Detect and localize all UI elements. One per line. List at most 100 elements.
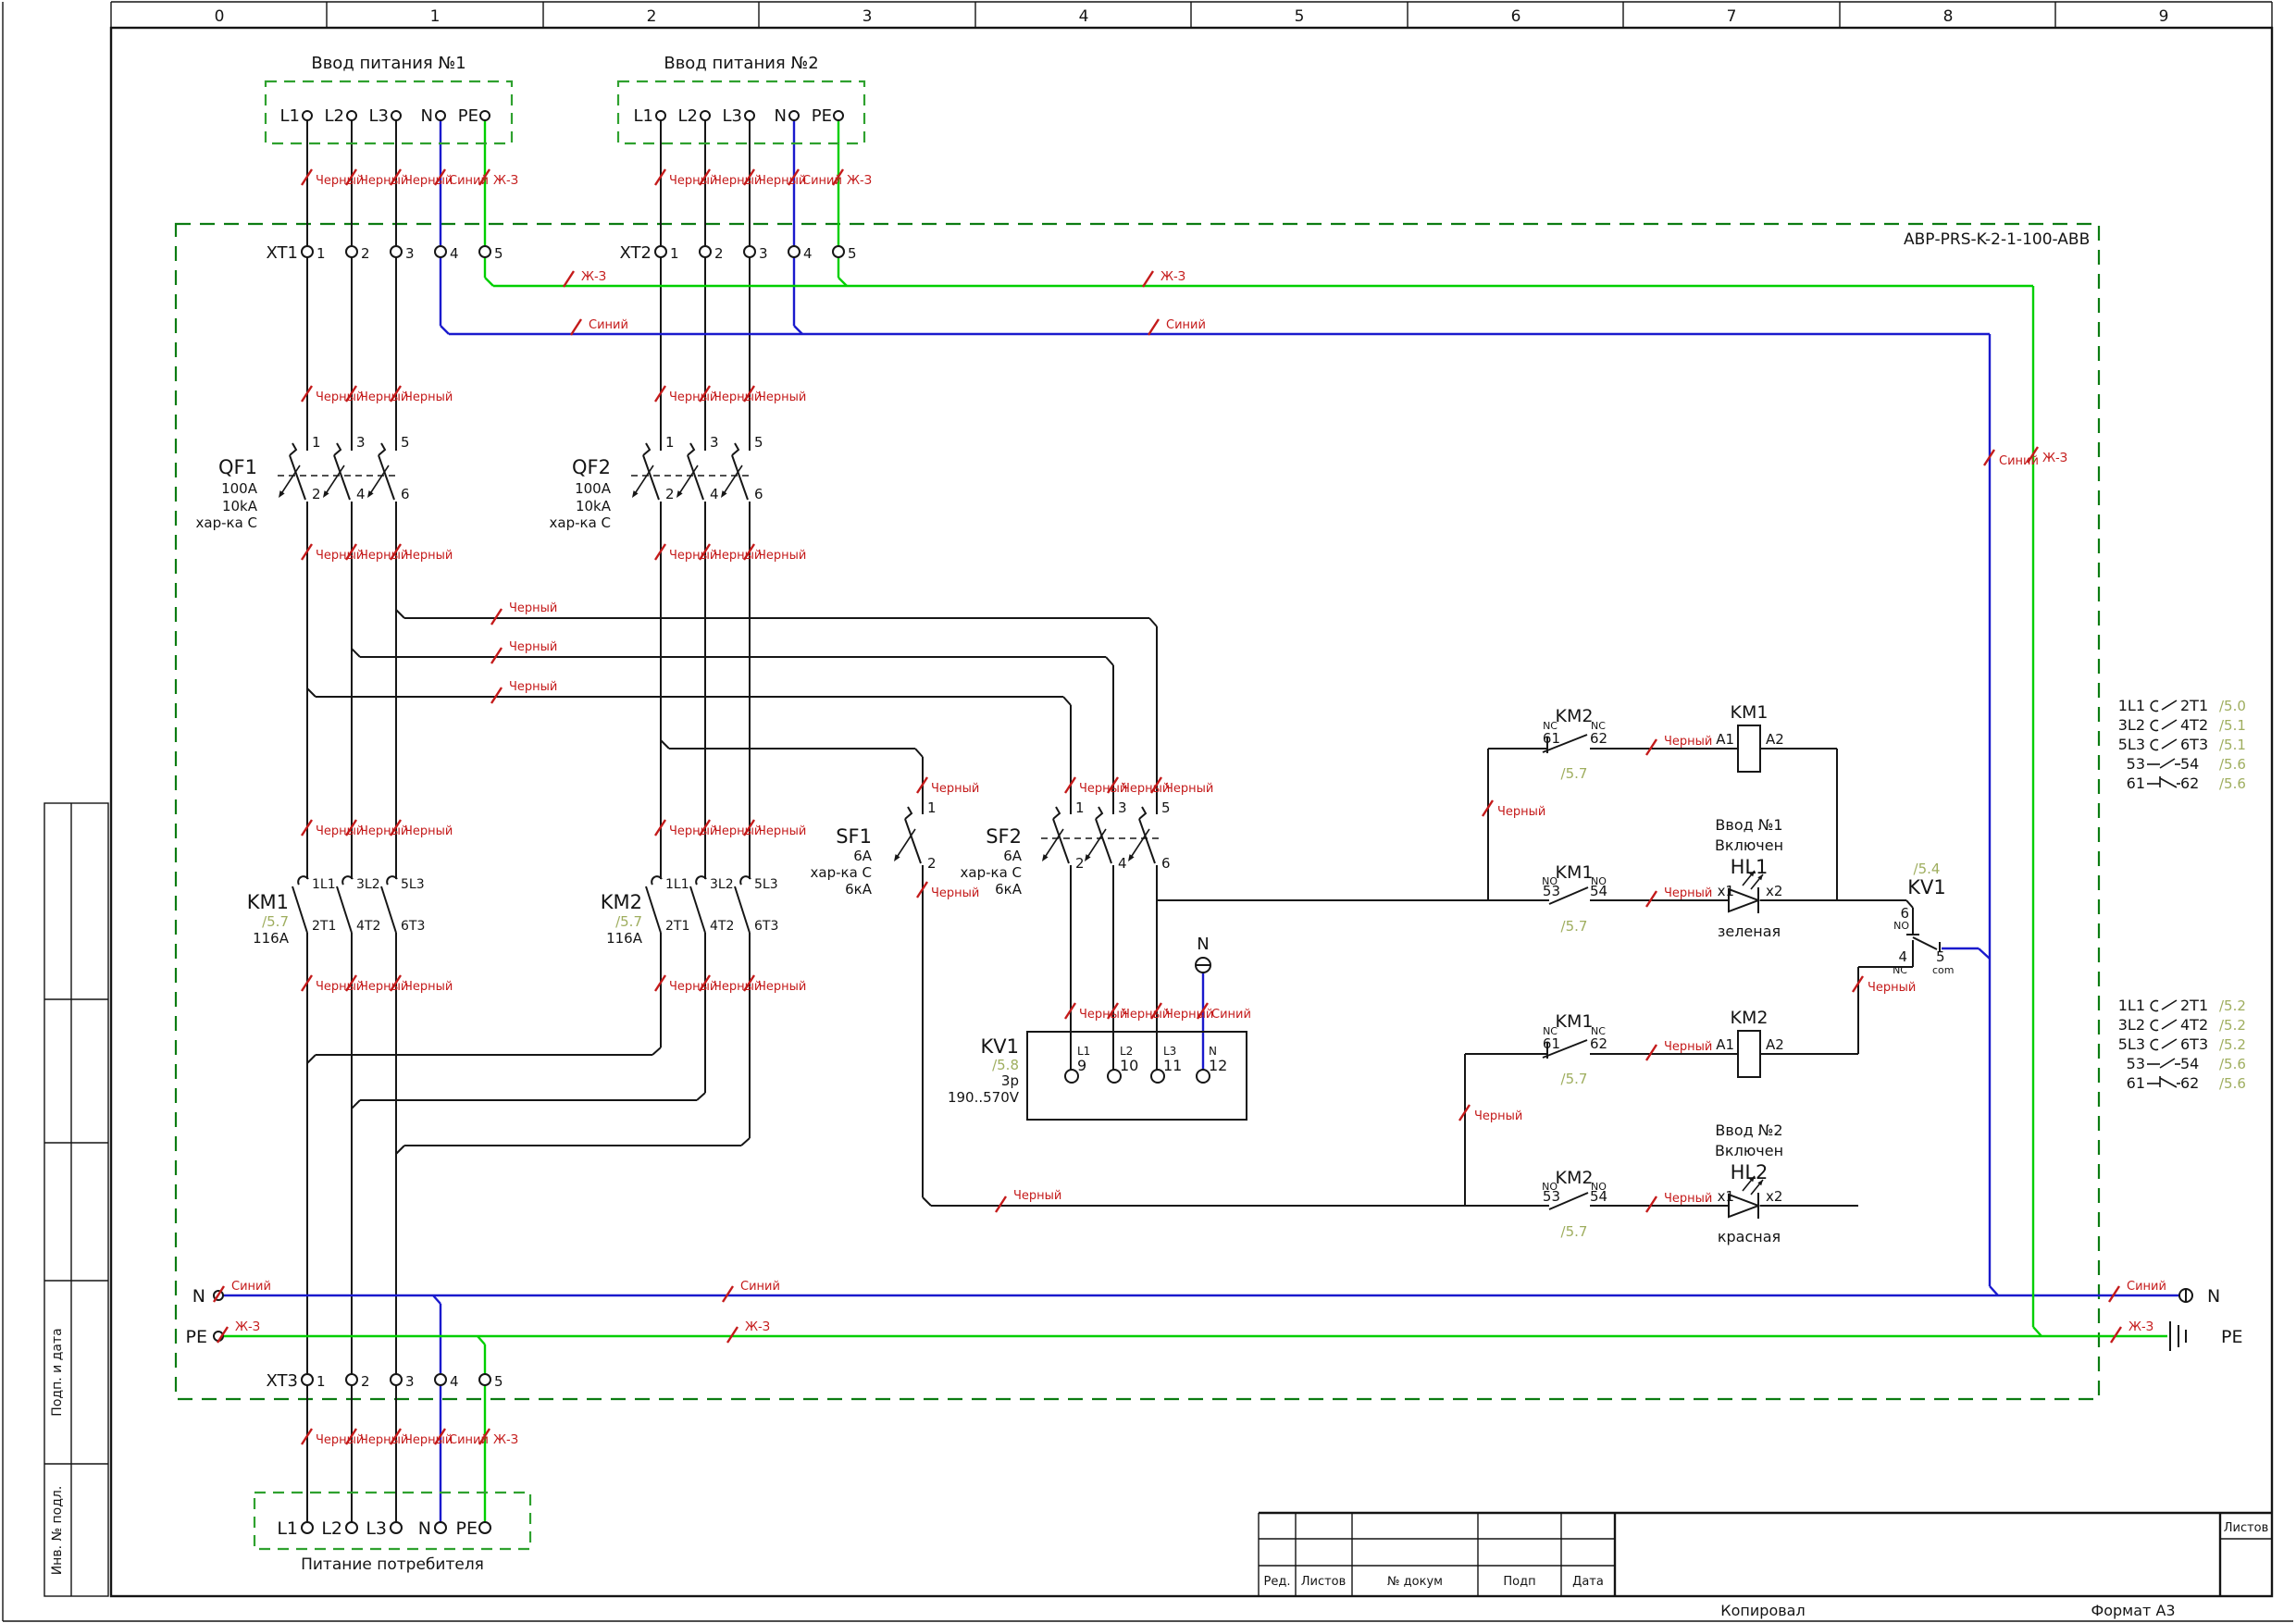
- hl2-name: HL2: [1731, 1161, 1769, 1183]
- ctl1-coil-name: KM1: [1731, 702, 1769, 723]
- wire-label: Черный: [509, 601, 557, 615]
- qf1-char: хар-ка С: [196, 514, 258, 531]
- tbl1-ref: /5.1: [2219, 737, 2246, 753]
- sf2-pin: 6: [1161, 855, 1171, 872]
- terminal-strip-xt2: XT2 1 2 3 4 5: [620, 243, 857, 263]
- hl2-x2: x2: [1766, 1188, 1782, 1205]
- titleblock-col-sheets: Листов: [1301, 1575, 1347, 1589]
- km1-pin: 4T2: [356, 919, 380, 934]
- tbl2-l: 53: [2127, 1055, 2145, 1072]
- consumer-title: Питание потребителя: [301, 1555, 484, 1574]
- wire-label: Черный: [758, 824, 806, 838]
- sf2-name: SF2: [986, 825, 1022, 848]
- ruler-col: 3: [863, 7, 873, 26]
- wire-label: Ж-З: [581, 270, 606, 284]
- tbl1-r: 62: [2180, 774, 2199, 792]
- ctl1-coil-a2: A2: [1766, 731, 1784, 748]
- cabinet-model-label: АВР-PRS-K-2-1-100-ABB: [1904, 230, 2090, 249]
- sf1-pin: 1: [927, 799, 937, 816]
- neutral-node-label: N: [1197, 935, 1209, 954]
- consumer-l2-label: L2: [321, 1518, 342, 1539]
- schematic-svg: 0 1 2 3 4 5 6 7 8 9 Подп. и дата Инв. № …: [2, 1, 2293, 1622]
- hl1-caption2: Включен: [1715, 836, 1783, 854]
- drawing-frame: [109, 26, 2274, 1598]
- title-block: Ред. Листов № докум Подп Дата Листов Коп…: [1258, 1511, 2272, 1619]
- wire-label: Синий: [1211, 1008, 1251, 1022]
- consumer-l3-label: L3: [366, 1518, 387, 1539]
- wire-label: Черный: [404, 824, 453, 838]
- wire-label: Черный: [1079, 1008, 1127, 1022]
- qf1-ka: 10kA: [222, 498, 258, 514]
- km1-pin: 1L1: [312, 877, 336, 892]
- sf2-pin: 3: [1118, 799, 1127, 816]
- terminal-strip-xt3: XT3 1 2 3 4 5: [267, 1371, 503, 1391]
- tbl1-ref: /5.0: [2219, 698, 2246, 714]
- km2-pin: 2T1: [665, 919, 689, 934]
- xt3-point: 5: [494, 1373, 503, 1390]
- xt3-point: 4: [450, 1373, 459, 1390]
- wire-label: Синий: [2127, 1280, 2166, 1294]
- sf2-pin: 5: [1161, 799, 1171, 816]
- ctl2-nc-ref: /5.7: [1561, 1071, 1588, 1087]
- wire-label: Черный: [509, 640, 557, 654]
- ruler-col: 9: [2159, 7, 2169, 26]
- wire-label: Черный: [404, 980, 453, 994]
- ruler-col: 8: [1943, 7, 1954, 26]
- breaker-qf2: QF2 100A 10kA хар-ка С 1 3 5 2 4 6: [550, 434, 763, 531]
- ctl1-no-pin: 53: [1543, 883, 1560, 899]
- schematic-sheet: 0 1 2 3 4 5 6 7 8 9 Подп. и дата Инв. № …: [0, 0, 2296, 1623]
- ctl2-no-device: KM2: [1556, 1168, 1594, 1188]
- ctl2-no-ref: /5.7: [1561, 1223, 1588, 1240]
- ruler-col: 5: [1295, 7, 1305, 26]
- pe-right-label: PE: [2221, 1327, 2242, 1347]
- wire-label: Черный: [1165, 782, 1213, 796]
- wire-label: Черный: [316, 980, 364, 994]
- tbl2-r: 4T2: [2180, 1016, 2208, 1034]
- wire-label: Черный: [1079, 782, 1127, 796]
- wire-label: Черный: [1497, 805, 1545, 819]
- hl1-color: зеленая: [1718, 923, 1781, 940]
- wire-label: Черный: [1013, 1189, 1061, 1203]
- wire-label: Черный: [360, 390, 408, 404]
- kv1-term-num: 11: [1163, 1057, 1182, 1074]
- wire-label: Черный: [360, 174, 408, 188]
- consumer-block: L1 L2 L3 N PE Питание потребителя: [253, 1491, 532, 1574]
- wire-label: Ж-З: [235, 1320, 260, 1334]
- ruler-col: 1: [430, 7, 441, 26]
- kv1-contact-ref: /5.4: [1914, 861, 1941, 877]
- hl2-x1: x1: [1718, 1188, 1734, 1205]
- tbl1-l: 3L2: [2118, 716, 2145, 734]
- control-block1: KM2 NC NC 61 62 /5.7 KM1 A1 A2 KM1 NO NO…: [1157, 702, 1906, 940]
- qf2-name: QF2: [572, 456, 611, 478]
- tbl2-r: 2T1: [2180, 997, 2208, 1014]
- kv1-range: 190..570V: [948, 1089, 1020, 1106]
- tbl2-l: 3L2: [2118, 1016, 2145, 1034]
- wire-label: Черный: [669, 549, 717, 563]
- n-right-label: N: [2207, 1286, 2220, 1307]
- qf2-pin: 4: [710, 486, 719, 502]
- feed2-l1-label: L1: [634, 106, 653, 126]
- wire-label: Синий: [231, 1280, 271, 1294]
- kv1-term-name: N: [1209, 1045, 1217, 1058]
- wire-label: Черный: [714, 980, 762, 994]
- feed1-l1-label: L1: [280, 106, 300, 126]
- wire-label: Черный: [316, 1433, 364, 1447]
- breaker-sf2: SF2 6А хар-ка С 6кА 1 3 5 2 4 6: [961, 799, 1171, 898]
- neutral-node: N: [1195, 935, 1211, 973]
- ctl2-no-pin: 54: [1590, 1188, 1607, 1205]
- km2-ref: /5.7: [615, 913, 642, 930]
- wire-label: Черный: [714, 174, 762, 188]
- power-wires-black: [306, 120, 1158, 1522]
- qf1-pin: 6: [401, 486, 410, 502]
- kv1-contact-pin: 4: [1898, 948, 1907, 965]
- qf1-pin: 2: [312, 486, 321, 502]
- kv1-contact-com: com: [1932, 964, 1955, 976]
- ctl1-nc-pin: 62: [1590, 730, 1607, 747]
- xt2-point: 2: [714, 245, 724, 262]
- xt2-point: 3: [759, 245, 768, 262]
- feed2-l3-label: L3: [723, 106, 742, 126]
- hl2-caption1: Ввод №2: [1715, 1121, 1782, 1139]
- wire-label: Черный: [931, 886, 979, 900]
- kv1-changeover-contact: /5.4 KV1 6 NO 4 NC 5 com: [1857, 861, 1955, 1054]
- wire-label: Ж-З: [847, 174, 872, 188]
